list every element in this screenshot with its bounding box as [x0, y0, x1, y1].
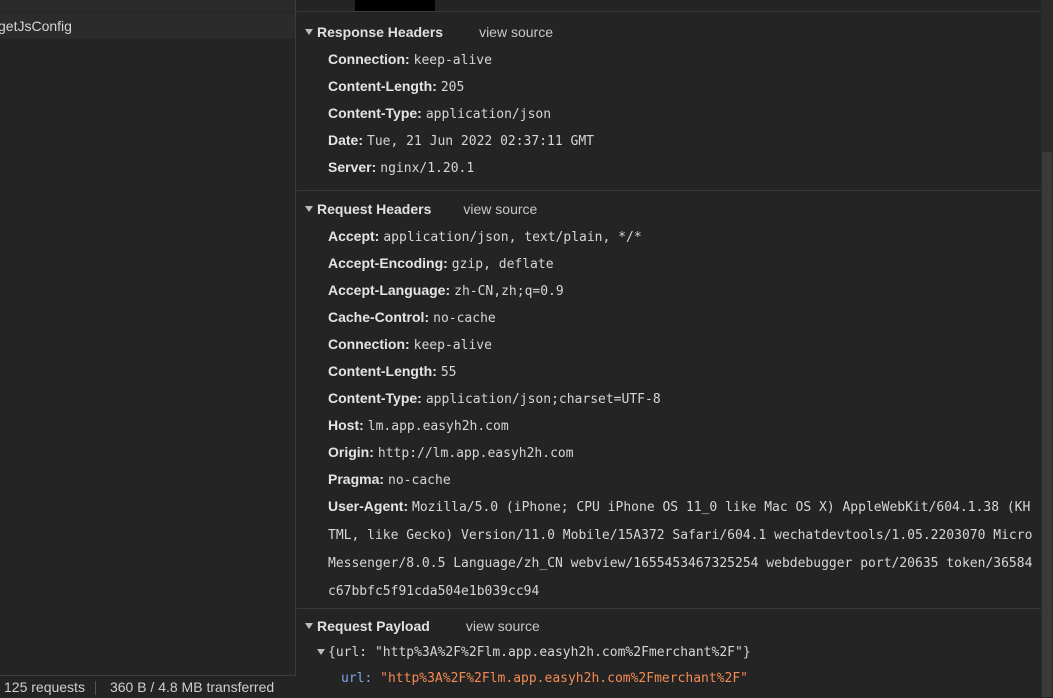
response-headers-title: Response Headers [317, 24, 444, 40]
payload-summary-text: {url: "http%3A%2F%2Flm.app.easyh2h.com%2… [328, 645, 751, 660]
header-key: Accept-Language: [328, 282, 451, 298]
request-headers-title: Request Headers [317, 201, 432, 217]
header-value: lm.app.easyh2h.com [367, 419, 509, 434]
payload-object-summary[interactable]: {url: "http%3A%2F%2Flm.app.easyh2h.com%2… [297, 640, 1041, 666]
header-key: Connection: [328, 336, 410, 352]
request-list-pane: getJsConfig 125 requests 360 B / 4.8 MB t… [0, 0, 296, 697]
header-key: Server: [328, 159, 377, 175]
header-value: no-cache [388, 473, 451, 488]
collapse-triangle-icon[interactable] [305, 206, 313, 213]
header-key: Content-Type: [328, 105, 422, 121]
general-section-tail [297, 0, 1041, 12]
header-row: Accept-Language: zh-CN,zh;q=0.9 [297, 277, 1041, 304]
header-key: Pragma: [328, 471, 385, 487]
scrollbar-thumb[interactable] [1042, 152, 1052, 697]
collapse-triangle-icon[interactable] [305, 623, 313, 630]
redacted-block [355, 0, 435, 11]
header-key: Date: [328, 132, 364, 148]
response-view-source-link[interactable]: view source [479, 24, 553, 40]
expand-triangle-icon[interactable] [317, 648, 325, 655]
header-value: Tue, 21 Jun 2022 02:37:11 GMT [367, 134, 594, 149]
header-row: Host: lm.app.easyh2h.com [297, 412, 1041, 439]
header-key: Content-Type: [328, 390, 422, 406]
header-value: zh-CN,zh;q=0.9 [454, 284, 564, 299]
header-value: 205 [440, 80, 465, 95]
header-value: nginx/1.20.1 [380, 161, 475, 176]
payload-view-source-link[interactable]: view source [466, 618, 540, 634]
header-value: keep-alive [413, 53, 492, 68]
header-row-user-agent: User-Agent: Mozilla/5.0 (iPhone; CPU iPh… [297, 493, 1041, 605]
header-value: application/json, text/plain, */* [383, 230, 642, 245]
header-row: Pragma: no-cache [297, 466, 1041, 493]
request-view-source-link[interactable]: view source [463, 201, 537, 217]
request-headers-section: Request Headers view source Accept: applic… [297, 195, 1041, 609]
response-headers-list: Connection: keep-alive Content-Length: 205 C… [297, 46, 1041, 181]
request-headers-list: Accept: application/json, text/plain, */*… [297, 223, 1041, 493]
header-row: Content-Length: 205 [297, 73, 1041, 100]
vertical-scrollbar[interactable] [1041, 0, 1053, 697]
request-headers-header[interactable]: Request Headers view source [297, 195, 1041, 223]
header-row: Accept: application/json, text/plain, */* [297, 223, 1041, 250]
header-row: Connection: keep-alive [297, 46, 1041, 73]
header-row: Content-Length: 55 [297, 358, 1041, 385]
request-count: 125 requests [4, 679, 85, 695]
request-payload-section: Request Payload view source {url: "http%3… [297, 612, 1041, 697]
header-value: gzip, deflate [451, 257, 554, 272]
header-value: no-cache [433, 311, 496, 326]
header-row: Connection: keep-alive [297, 331, 1041, 358]
payload-property: url: "http%3A%2F%2Flm.app.easyh2h.com%2F… [297, 666, 1041, 692]
header-key: Cache-Control: [328, 309, 430, 325]
header-value: keep-alive [413, 338, 492, 353]
response-headers-section: Response Headers view source Connection: k… [297, 18, 1041, 191]
header-key: Accept: [328, 228, 380, 244]
header-row: Cache-Control: no-cache [297, 304, 1041, 331]
header-row: Date: Tue, 21 Jun 2022 02:37:11 GMT [297, 127, 1041, 154]
header-value: application/json [425, 107, 552, 122]
header-row: Content-Type: application/json [297, 100, 1041, 127]
request-payload-header[interactable]: Request Payload view source [297, 612, 1041, 640]
header-row: Origin: http://lm.app.easyh2h.com [297, 439, 1041, 466]
header-row: Content-Type: application/json;charset=UT… [297, 385, 1041, 412]
header-value: application/json;charset=UTF-8 [425, 392, 661, 407]
header-value: 55 [440, 365, 457, 380]
header-key: Origin: [328, 444, 374, 460]
header-key: User-Agent: [328, 498, 409, 514]
request-list-top-row[interactable] [0, 0, 295, 12]
payload-key: url: [341, 671, 373, 686]
header-key: Accept-Encoding: [328, 255, 448, 271]
header-row: Server: nginx/1.20.1 [297, 154, 1041, 181]
network-status-bar: 125 requests 360 B / 4.8 MB transferred [0, 675, 296, 697]
header-value: Mozilla/5.0 (iPhone; CPU iPhone OS 11_0 … [328, 500, 1033, 599]
request-payload-title: Request Payload [317, 618, 430, 634]
header-key: Content-Length: [328, 363, 437, 379]
header-key: Content-Length: [328, 78, 437, 94]
header-value: http://lm.app.easyh2h.com [377, 446, 574, 461]
request-list-item-selected[interactable]: getJsConfig [0, 13, 295, 39]
header-key: Connection: [328, 51, 410, 67]
request-name: getJsConfig [0, 18, 72, 34]
response-headers-header[interactable]: Response Headers view source [297, 18, 1041, 46]
payload-value: "http%3A%2F%2Flm.app.easyh2h.com%2Fmerch… [380, 671, 748, 686]
headers-panel: Response Headers view source Connection: k… [297, 0, 1041, 697]
header-row: Accept-Encoding: gzip, deflate [297, 250, 1041, 277]
transferred-size: 360 B / 4.8 MB transferred [109, 679, 275, 695]
header-key: Host: [328, 417, 364, 433]
collapse-triangle-icon[interactable] [305, 29, 313, 36]
